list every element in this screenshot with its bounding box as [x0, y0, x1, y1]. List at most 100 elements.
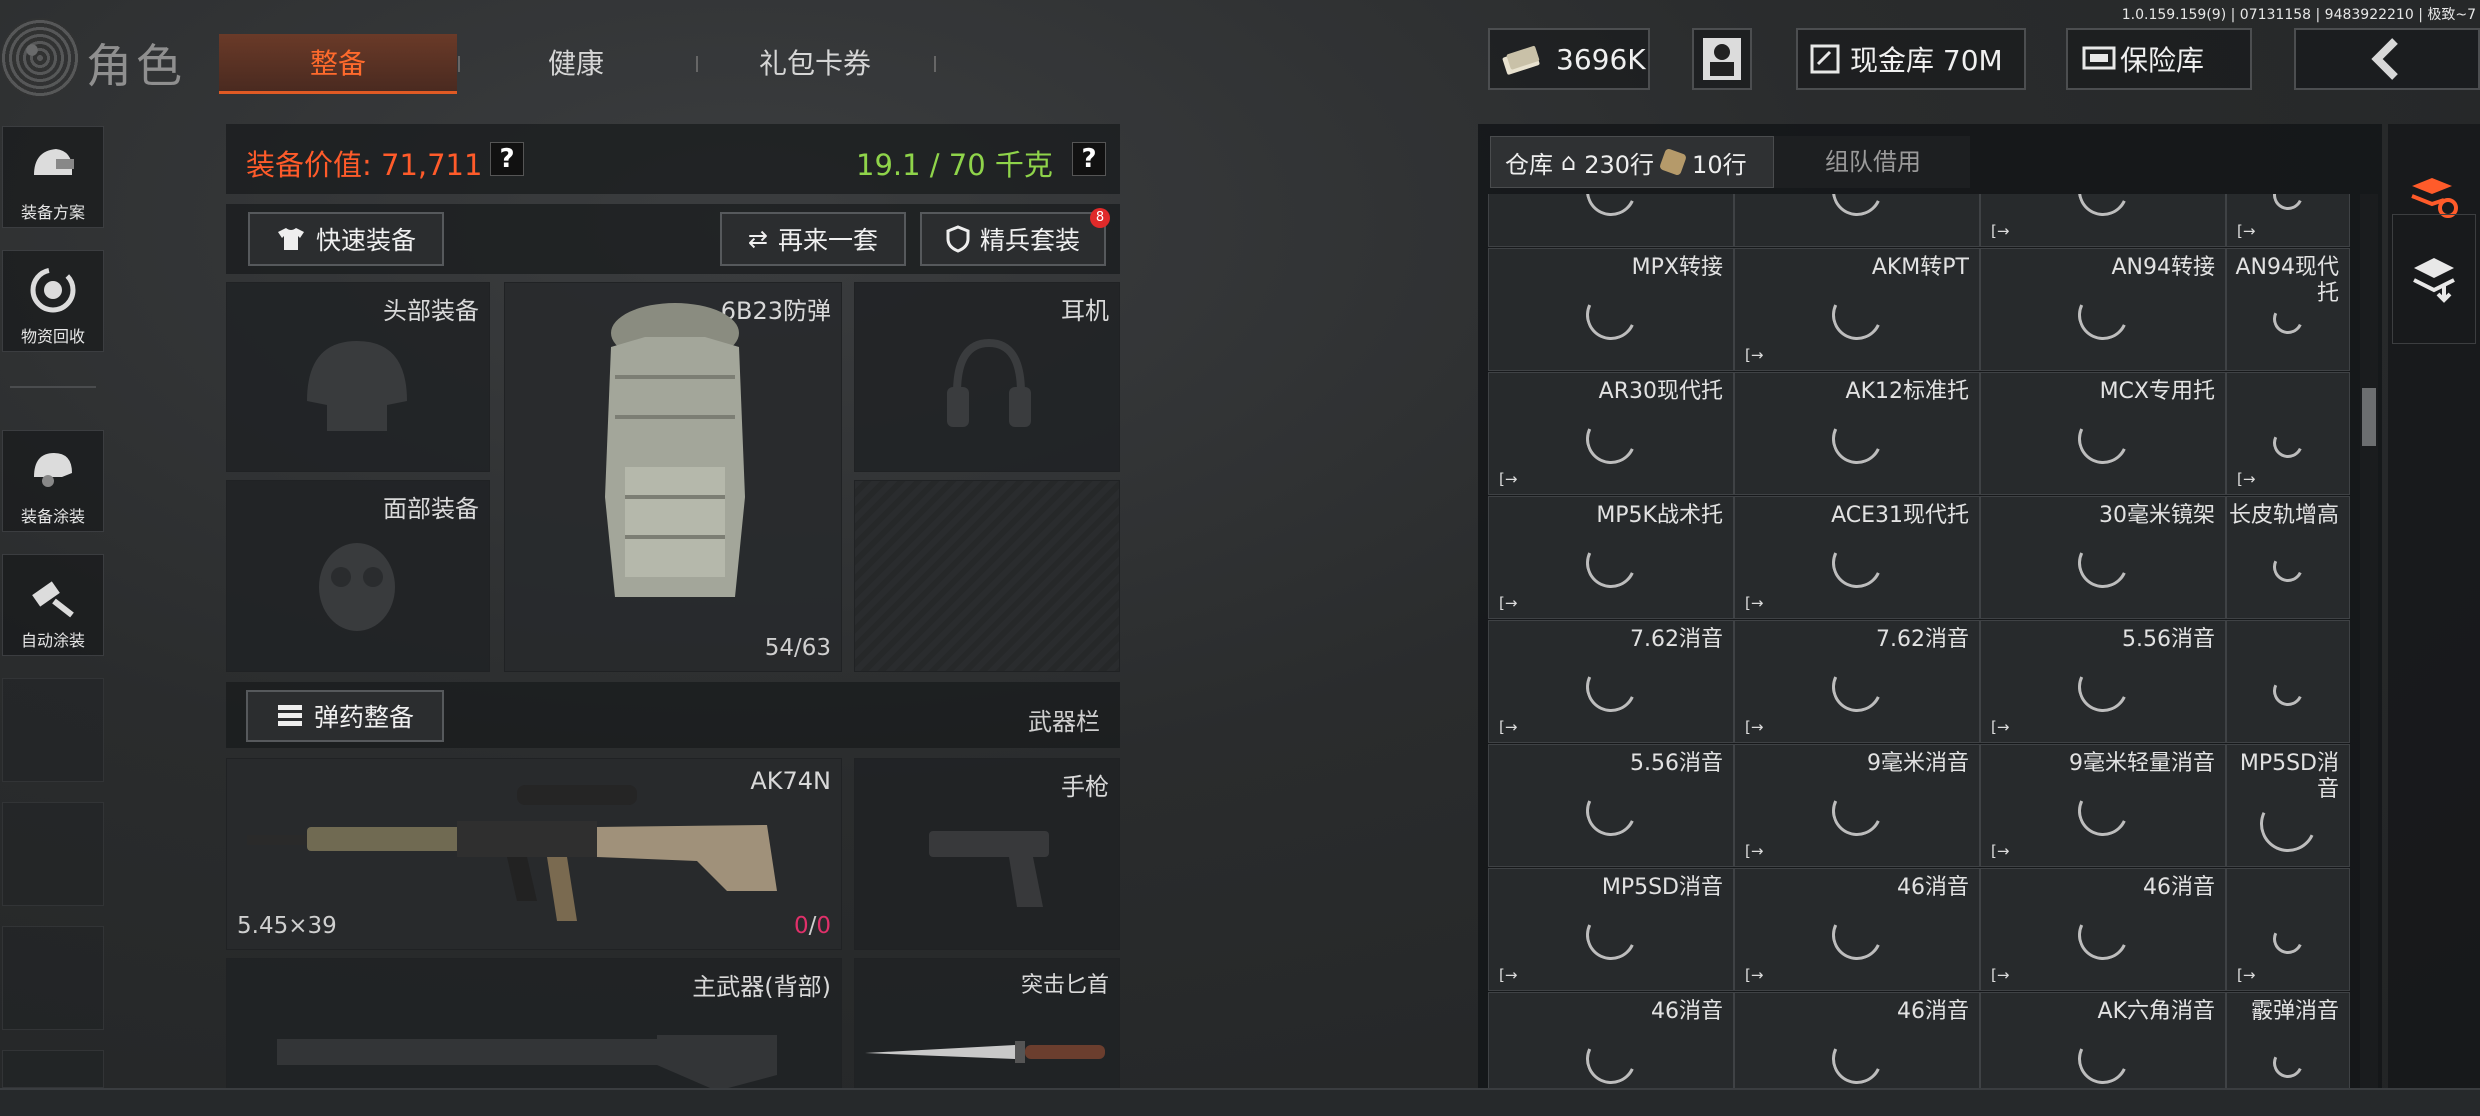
armor-durability: 54/63: [764, 635, 831, 661]
pistol-slot[interactable]: 手枪: [854, 758, 1120, 950]
knife-slot[interactable]: 突击匕首: [854, 958, 1120, 1090]
tab-gift-coupons[interactable]: 礼包卡券: [700, 34, 930, 94]
sidebar-item-auto-paint[interactable]: 自动涂装: [2, 554, 104, 656]
loading-spinner-icon: [1578, 778, 1644, 843]
equipped-marker-icon: [→: [1745, 346, 1764, 364]
warehouse-item-cell[interactable]: 霰弹消音: [2226, 992, 2350, 1090]
money-display[interactable]: 3696K: [1488, 28, 1650, 90]
item-name: 46消音: [2143, 875, 2215, 900]
item-name: 9毫米消音: [1867, 751, 1969, 776]
head-gear-slot[interactable]: 头部装备: [226, 282, 490, 472]
warehouse-item-cell[interactable]: 7.62消音 [→: [1488, 620, 1734, 743]
sidebar-divider: [10, 386, 96, 388]
warehouse-item-cell[interactable]: ACE31现代托 [→: [1734, 496, 1980, 619]
warehouse-item-cell[interactable]: AK12标准托: [1734, 372, 1980, 495]
sidebar-empty-slot: [2, 926, 104, 1030]
warehouse-item-cell[interactable]: AN94转接: [1980, 248, 2226, 371]
item-name: 长皮轨增高: [2229, 503, 2340, 528]
equipped-marker-icon: [→: [1991, 222, 2010, 240]
warehouse-item-cell[interactable]: 9毫米消音 [→: [1734, 744, 1980, 867]
item-name: 7.62消音: [1876, 627, 1969, 652]
back-button[interactable]: [2294, 28, 2480, 90]
elite-set-button[interactable]: 精兵套装: [920, 212, 1106, 266]
insurance-vault-label: 保险库: [2120, 44, 2205, 77]
retry-set-button[interactable]: ⇄ 再来一套: [720, 212, 906, 266]
face-gear-slot[interactable]: 面部装备: [226, 480, 490, 672]
ammo-loadout-label: 弹药整备: [313, 703, 414, 732]
warehouse-item-cell[interactable]: AN94现代托: [2226, 248, 2350, 371]
warehouse-item-cell[interactable]: MP5SD消音: [2226, 744, 2350, 867]
warehouse-item-cell[interactable]: MCX专用托: [1980, 372, 2226, 495]
empty-gear-slot: [854, 480, 1120, 672]
equipped-marker-icon: [→: [1745, 966, 1764, 984]
loading-spinner-icon: [2268, 194, 2308, 214]
ak74n-rifle-icon: [247, 785, 777, 921]
loading-spinner-icon: [1824, 1026, 1890, 1090]
item-name: 46消音: [1897, 999, 1969, 1024]
loading-spinner-icon: [1578, 902, 1644, 967]
scrollbar-thumb[interactable]: [2362, 388, 2376, 446]
warehouse-item-cell[interactable]: 长皮轨增高: [2226, 496, 2350, 619]
warehouse-item-cell[interactable]: AK六角消音: [1980, 992, 2226, 1090]
item-name: MCX专用托: [2099, 379, 2215, 404]
warehouse-item-cell[interactable]: [→: [2226, 194, 2350, 247]
primary-weapon-slot[interactable]: AK74N 5.45×39 0/0: [226, 758, 842, 950]
tab-divider: [934, 56, 936, 72]
warehouse-item-cell[interactable]: [→: [2226, 868, 2350, 991]
warehouse-item-cell[interactable]: AR30现代托 [→: [1488, 372, 1734, 495]
body-armor-slot[interactable]: 6B23防弹 54/63: [504, 282, 842, 672]
tab-team-borrow[interactable]: 组队借用: [1778, 136, 1968, 188]
item-name: 5.56消音: [2122, 627, 2215, 652]
refresh-icon: ⇄: [747, 225, 769, 253]
warehouse-item-cell[interactable]: 46消音 [→: [1734, 868, 1980, 991]
warehouse-item-cell[interactable]: [→: [1980, 194, 2226, 247]
ammo-loadout-button[interactable]: 弹药整备: [246, 690, 444, 742]
warehouse-item-cell[interactable]: MP5SD消音 [→: [1488, 868, 1734, 991]
safe-box-icon: [1810, 44, 1840, 74]
warehouse-item-cell[interactable]: MPX转接: [1488, 248, 1734, 371]
value-help-button[interactable]: ?: [490, 142, 524, 176]
warehouse-item-cell[interactable]: 5.56消音: [1488, 744, 1734, 867]
item-name: 5.56消音: [1630, 751, 1723, 776]
warehouse-item-cell[interactable]: MP5K战术托 [→: [1488, 496, 1734, 619]
chevron-left-icon: [2371, 38, 2398, 80]
warehouse-rows: 230行: [1584, 150, 1655, 179]
layer-import-button[interactable]: [2392, 214, 2476, 344]
page-title: 角色: [86, 39, 186, 93]
sidebar-item-gear-preset[interactable]: 装备方案: [2, 126, 104, 228]
weight-help-button[interactable]: ?: [1072, 142, 1106, 176]
earphone-slot[interactable]: 耳机: [854, 282, 1120, 472]
sidebar-item-gear-paint[interactable]: 装备涂装: [2, 430, 104, 532]
loading-spinner-icon: [2070, 530, 2136, 595]
loading-spinner-icon: [1578, 282, 1644, 347]
cash-stash-button[interactable]: 现金库 70M: [1796, 28, 2026, 90]
weapon-bar-label: 武器栏: [1028, 708, 1100, 736]
warehouse-item-cell[interactable]: 5.56消音 [→: [1980, 620, 2226, 743]
primary-back-slot[interactable]: 主武器(背部): [226, 958, 842, 1091]
insurance-vault-button[interactable]: 保险库: [2066, 28, 2252, 90]
warehouse-item-cell[interactable]: 30毫米镜架: [1980, 496, 2226, 619]
loading-spinner-icon: [2070, 654, 2136, 719]
warehouse-item-cell[interactable]: 46消音: [1734, 992, 1980, 1090]
tab-warehouse[interactable]: 仓库 ⌂ 230行 10行: [1490, 136, 1774, 188]
warehouse-scrollbar[interactable]: [2360, 194, 2378, 1090]
tab-equip[interactable]: 整备: [219, 34, 457, 94]
sidebar-item-supply-recycle[interactable]: 物资回收: [2, 250, 104, 352]
warehouse-item-cell[interactable]: [2226, 620, 2350, 743]
warehouse-item-cell[interactable]: 46消音: [1488, 992, 1734, 1090]
warehouse-item-cell[interactable]: [1488, 194, 1734, 247]
warehouse-item-cell[interactable]: [→: [2226, 372, 2350, 495]
quick-equip-button[interactable]: 快速装备: [248, 212, 444, 266]
warehouse-item-cell[interactable]: [1734, 194, 1980, 247]
equipped-marker-icon: [→: [1499, 966, 1518, 984]
rifle-placeholder-icon: [277, 1035, 777, 1091]
tab-health[interactable]: 健康: [470, 34, 682, 94]
warehouse-item-cell[interactable]: 46消音 [→: [1980, 868, 2226, 991]
profile-button[interactable]: [1692, 28, 1752, 90]
combat-knife-icon: [865, 1041, 1105, 1063]
loading-spinner-icon: [2070, 902, 2136, 967]
warehouse-item-cell[interactable]: 9毫米轻量消音 [→: [1980, 744, 2226, 867]
warehouse-item-cell[interactable]: 7.62消音 [→: [1734, 620, 1980, 743]
warehouse-item-cell[interactable]: AKM转PT [→: [1734, 248, 1980, 371]
warehouse-grid: [→ [→ MPX转接 AKM转PT [→ AN94转接 AN94现代托 AR30现代托 [→ A…: [1488, 194, 2352, 1090]
